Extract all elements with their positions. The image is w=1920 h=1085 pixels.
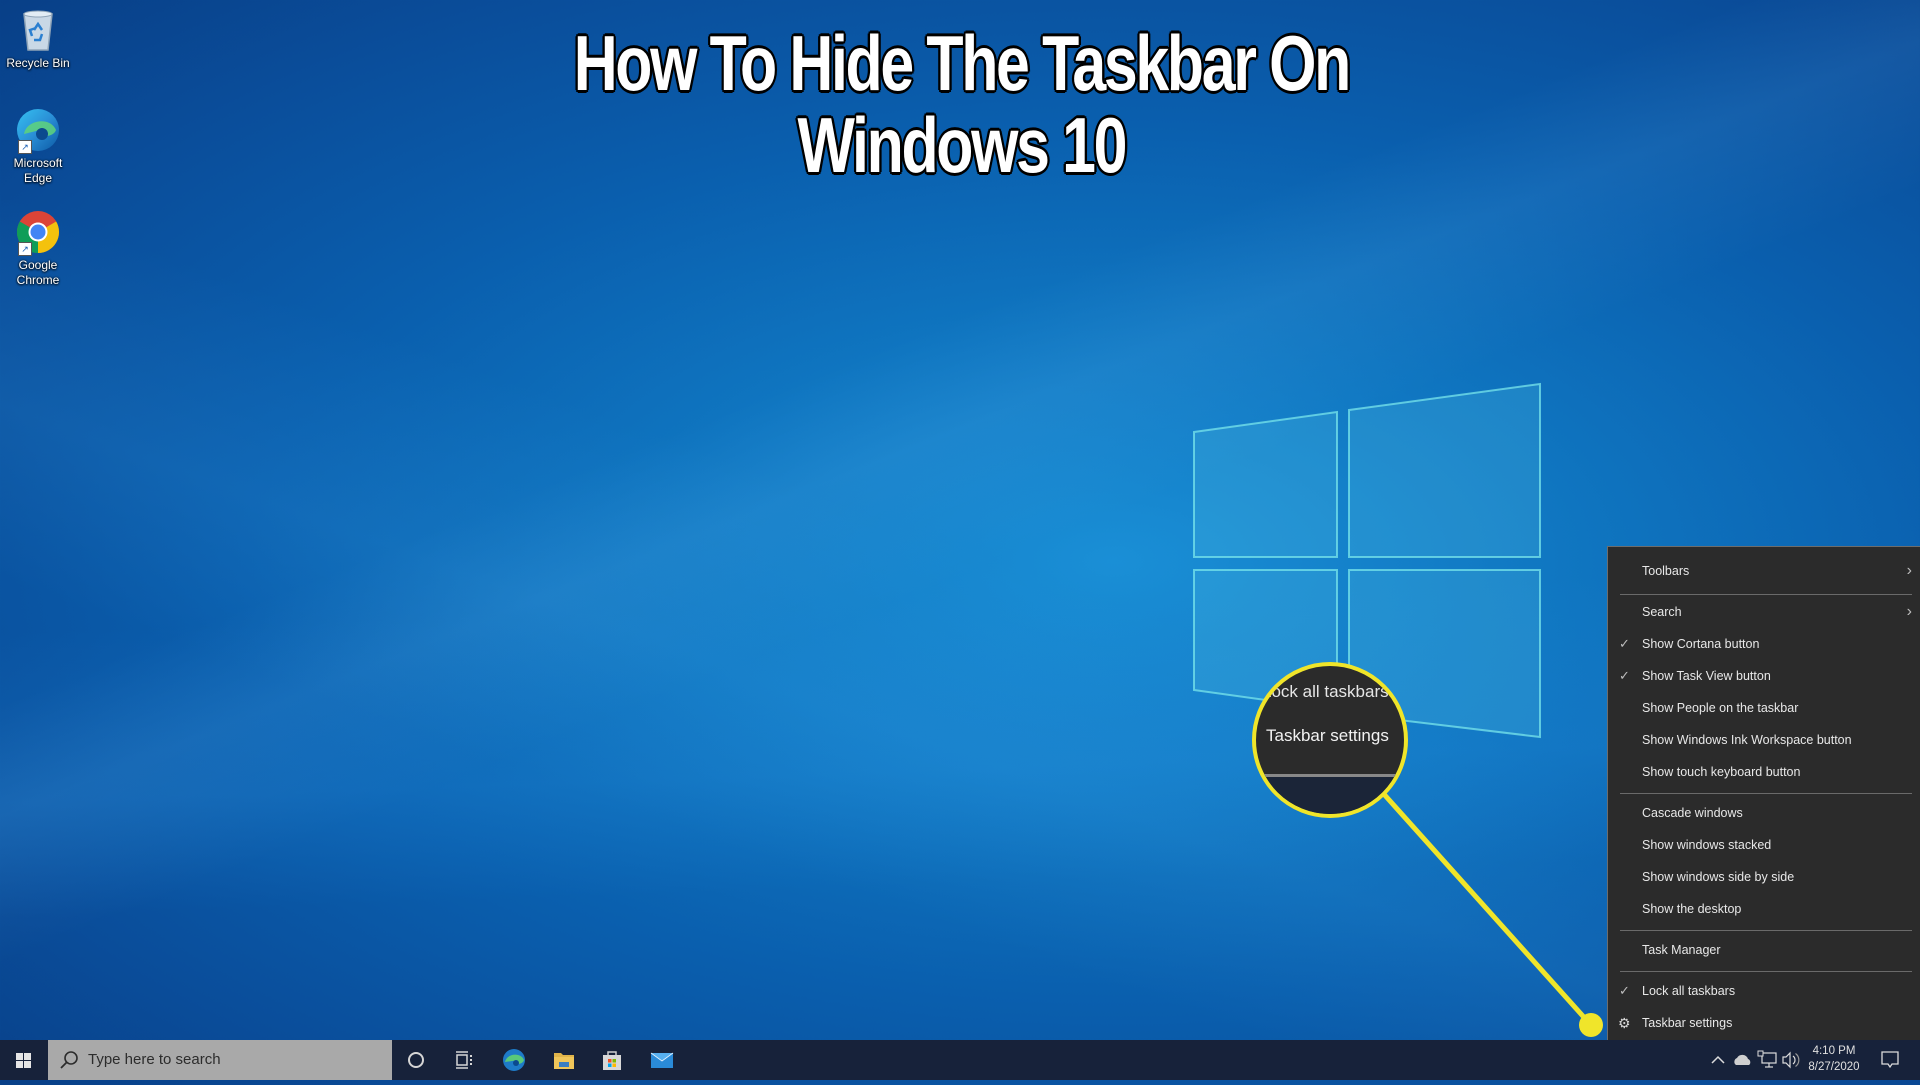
menu-item-label: Task Manager xyxy=(1642,943,1721,957)
desktop-icon-label: Recycle Bin xyxy=(6,56,70,70)
menu-item-show-people[interactable]: Show People on the taskbar xyxy=(1608,692,1920,724)
menu-separator xyxy=(1620,930,1912,931)
desktop-icon-recycle-bin[interactable]: Recycle Bin xyxy=(0,6,76,71)
clock-date: 8/27/2020 xyxy=(1808,1061,1860,1073)
onedrive-tray-button[interactable] xyxy=(1732,1040,1754,1080)
menu-item-label: Show Windows Ink Workspace button xyxy=(1642,733,1852,747)
chrome-icon: ↗ xyxy=(14,208,62,256)
task-view-icon xyxy=(456,1051,472,1069)
menu-item-show-ink-workspace[interactable]: Show Windows Ink Workspace button xyxy=(1608,724,1920,756)
menu-separator xyxy=(1620,971,1912,972)
taskbar-search-box[interactable]: Type here to search xyxy=(48,1040,392,1080)
menu-item-toolbars[interactable]: Toolbars › xyxy=(1608,555,1920,587)
search-placeholder: Type here to search xyxy=(88,1051,221,1068)
menu-item-label: Cascade windows xyxy=(1642,806,1743,820)
taskbar-clock[interactable]: 4:10 PM 8/27/2020 xyxy=(1808,1043,1860,1075)
taskbar-file-explorer-button[interactable] xyxy=(540,1040,588,1080)
windows-logo-icon xyxy=(16,1053,31,1068)
menu-item-label: Search xyxy=(1642,605,1682,619)
checkmark-icon: ✓ xyxy=(1619,668,1630,683)
checkmark-icon: ✓ xyxy=(1619,636,1630,651)
action-center-button[interactable] xyxy=(1870,1040,1910,1080)
menu-item-task-manager[interactable]: Task Manager xyxy=(1608,934,1920,966)
gear-icon: ⚙ xyxy=(1618,1015,1631,1031)
taskbar-store-button[interactable] xyxy=(588,1040,636,1080)
callout-taskbar-strip xyxy=(1256,774,1404,814)
chevron-up-icon xyxy=(1711,1055,1725,1064)
magnifier-callout: Lock all taskbars Taskbar settings xyxy=(1252,662,1408,818)
edge-icon: ↗ xyxy=(14,106,62,154)
notification-icon xyxy=(1881,1051,1899,1069)
menu-separator xyxy=(1620,594,1912,595)
overlay-title-line1: How To Hide The Taskbar On xyxy=(573,19,1353,107)
task-view-button[interactable] xyxy=(440,1040,488,1080)
recycle-bin-icon xyxy=(14,6,62,54)
menu-item-label: Taskbar settings xyxy=(1642,1016,1733,1030)
taskbar-mail-button[interactable] xyxy=(638,1040,686,1080)
desktop-icon-label: Edge xyxy=(23,171,53,185)
menu-item-label: Show Task View button xyxy=(1642,669,1771,683)
menu-item-label: Show Cortana button xyxy=(1642,637,1760,651)
shortcut-arrow-icon: ↗ xyxy=(18,140,32,154)
menu-item-lock-all-taskbars[interactable]: ✓ Lock all taskbars xyxy=(1608,975,1920,1007)
taskbar-edge-button[interactable] xyxy=(490,1040,538,1080)
speaker-icon xyxy=(1782,1051,1800,1069)
checkmark-icon: ✓ xyxy=(1619,983,1630,998)
callout-lock-text: Lock all taskbars xyxy=(1262,682,1389,701)
desktop-icon-google-chrome[interactable]: ↗ Google Chrome xyxy=(0,208,76,288)
menu-item-show-touch-keyboard[interactable]: Show touch keyboard button xyxy=(1608,756,1920,788)
volume-tray-button[interactable] xyxy=(1780,1040,1802,1080)
folder-icon xyxy=(554,1053,574,1069)
start-button[interactable] xyxy=(0,1040,48,1080)
desktop-icon-microsoft-edge[interactable]: ↗ Microsoft Edge xyxy=(0,106,76,186)
shortcut-arrow-icon: ↗ xyxy=(18,242,32,256)
menu-item-label: Show the desktop xyxy=(1642,902,1742,916)
chevron-right-icon: › xyxy=(1906,562,1912,579)
desktop-icon-label: Chrome xyxy=(16,273,60,287)
menu-item-show-the-desktop[interactable]: Show the desktop xyxy=(1608,893,1920,925)
overlay-title: How To Hide The Taskbar On Windows 10 xyxy=(213,19,1711,189)
menu-item-label: Show windows side by side xyxy=(1642,870,1795,884)
taskbar-context-menu: Toolbars › Search › ✓ Show Cortana butto… xyxy=(1607,546,1920,1046)
network-tray-button[interactable] xyxy=(1756,1040,1778,1080)
menu-item-label: Show touch keyboard button xyxy=(1642,765,1801,779)
network-icon xyxy=(1757,1050,1777,1068)
taskbar: Type here to search 4:10 PM 8/27/2020 xyxy=(0,1040,1920,1080)
menu-item-label: Toolbars xyxy=(1642,564,1690,578)
desktop-icon-label: Microsoft xyxy=(13,156,63,170)
menu-item-show-task-view-button[interactable]: ✓ Show Task View button xyxy=(1608,660,1920,692)
mail-envelope-icon xyxy=(650,1052,674,1068)
cloud-icon xyxy=(1734,1054,1751,1065)
menu-item-label: Lock all taskbars xyxy=(1642,984,1736,998)
menu-item-label: Show People on the taskbar xyxy=(1642,701,1799,715)
store-bag-icon xyxy=(603,1051,621,1070)
cortana-button[interactable] xyxy=(392,1040,440,1080)
menu-item-show-windows-stacked[interactable]: Show windows stacked xyxy=(1608,829,1920,861)
cortana-circle-icon xyxy=(408,1052,424,1068)
callout-pointer-dot xyxy=(1579,1013,1603,1037)
show-hidden-icons-button[interactable] xyxy=(1708,1040,1728,1080)
desktop-icon-label: Google xyxy=(18,258,58,272)
menu-item-cascade-windows[interactable]: Cascade windows xyxy=(1608,797,1920,829)
menu-separator xyxy=(1620,793,1912,794)
menu-item-show-cortana-button[interactable]: ✓ Show Cortana button xyxy=(1608,628,1920,660)
menu-item-taskbar-settings[interactable]: ⚙ Taskbar settings xyxy=(1608,1007,1920,1039)
clock-time: 4:10 PM xyxy=(1812,1045,1856,1057)
chevron-right-icon: › xyxy=(1906,603,1912,620)
search-icon xyxy=(60,1051,78,1069)
menu-item-show-windows-side-by-side[interactable]: Show windows side by side xyxy=(1608,861,1920,893)
menu-item-search[interactable]: Search › xyxy=(1608,596,1920,628)
edge-icon xyxy=(503,1049,525,1071)
callout-taskbar-settings-text: Taskbar settings xyxy=(1266,726,1389,745)
callout-connector-line xyxy=(1380,790,1592,1026)
overlay-title-line2: Windows 10 xyxy=(796,101,1128,189)
menu-item-label: Show windows stacked xyxy=(1642,838,1772,852)
